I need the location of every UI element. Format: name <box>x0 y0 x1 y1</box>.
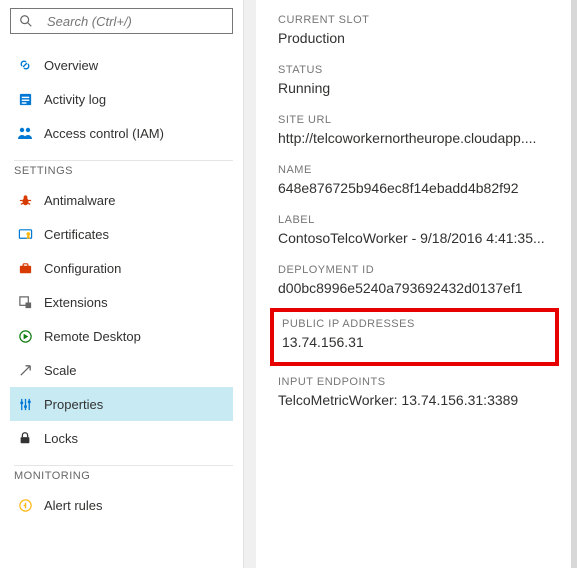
nav-item-alert-rules[interactable]: Alert rules <box>10 488 233 522</box>
value-name: 648e876725b946ec8f14ebadd4b82f92 <box>278 180 551 196</box>
nav-label: Overview <box>44 58 98 73</box>
label-input-endpoints: Input Endpoints <box>278 376 551 388</box>
nav-label: Configuration <box>44 261 121 276</box>
value-public-ip: 13.74.156.31 <box>282 334 547 350</box>
nav-item-locks[interactable]: Locks <box>10 421 233 455</box>
scale-icon <box>16 361 34 379</box>
alert-icon <box>16 496 34 514</box>
label-name: Name <box>278 164 551 176</box>
nav-item-certificates[interactable]: Certificates <box>10 217 233 251</box>
label-current-slot: Current Slot <box>278 14 551 26</box>
briefcase-icon <box>16 259 34 277</box>
remote-icon <box>16 327 34 345</box>
nav-item-overview[interactable]: Overview <box>10 48 233 82</box>
value-input-endpoints: TelcoMetricWorker: 13.74.156.31:3389 <box>278 392 551 408</box>
value-current-slot: Production <box>278 30 551 46</box>
extension-icon <box>16 293 34 311</box>
nav-item-antimalware[interactable]: Antimalware <box>10 183 233 217</box>
bug-icon <box>16 191 34 209</box>
nav-item-scale[interactable]: Scale <box>10 353 233 387</box>
nav-label: Scale <box>44 363 77 378</box>
value-deployment-id: d00bc8996e5240a793692432d0137ef1 <box>278 280 551 296</box>
link-icon <box>16 56 34 74</box>
nav-label: Extensions <box>44 295 108 310</box>
search-icon <box>17 12 35 30</box>
nav-label: Activity log <box>44 92 106 107</box>
nav-label: Alert rules <box>44 498 103 513</box>
people-icon <box>16 124 34 142</box>
details-panel: Current Slot Production Status Running S… <box>256 0 577 568</box>
nav-label: Access control (IAM) <box>44 126 164 141</box>
nav-label: Certificates <box>44 227 109 242</box>
nav-label: Antimalware <box>44 193 116 208</box>
value-status: Running <box>278 80 551 96</box>
section-header-monitoring: Monitoring <box>14 465 233 482</box>
log-icon <box>16 90 34 108</box>
search-box[interactable] <box>10 8 233 34</box>
nav-item-configuration[interactable]: Configuration <box>10 251 233 285</box>
public-ip-highlight: Public IP Addresses 13.74.156.31 <box>270 308 559 366</box>
nav-label: Remote Desktop <box>44 329 141 344</box>
search-input[interactable] <box>45 13 227 30</box>
nav-item-extensions[interactable]: Extensions <box>10 285 233 319</box>
value-label: ContosoTelcoWorker - 9/18/2016 4:41:35..… <box>278 230 551 246</box>
nav-label: Locks <box>44 431 78 446</box>
nav-item-remote-desktop[interactable]: Remote Desktop <box>10 319 233 353</box>
certificate-icon <box>16 225 34 243</box>
label-deployment-id: Deployment ID <box>278 264 551 276</box>
label-public-ip: Public IP Addresses <box>282 318 547 330</box>
nav-item-properties[interactable]: Properties <box>10 387 233 421</box>
properties-icon <box>16 395 34 413</box>
value-site-url[interactable]: http://telcoworkernortheurope.cloudapp..… <box>278 130 551 146</box>
label-status: Status <box>278 64 551 76</box>
nav-label: Properties <box>44 397 103 412</box>
section-header-settings: Settings <box>14 160 233 177</box>
label-site-url: Site URL <box>278 114 551 126</box>
lock-icon <box>16 429 34 447</box>
sidebar: Overview Activity log Access control (IA… <box>0 0 244 568</box>
panel-divider <box>244 0 256 568</box>
nav-item-access-control[interactable]: Access control (IAM) <box>10 116 233 150</box>
label-label: Label <box>278 214 551 226</box>
nav-item-activity-log[interactable]: Activity log <box>10 82 233 116</box>
